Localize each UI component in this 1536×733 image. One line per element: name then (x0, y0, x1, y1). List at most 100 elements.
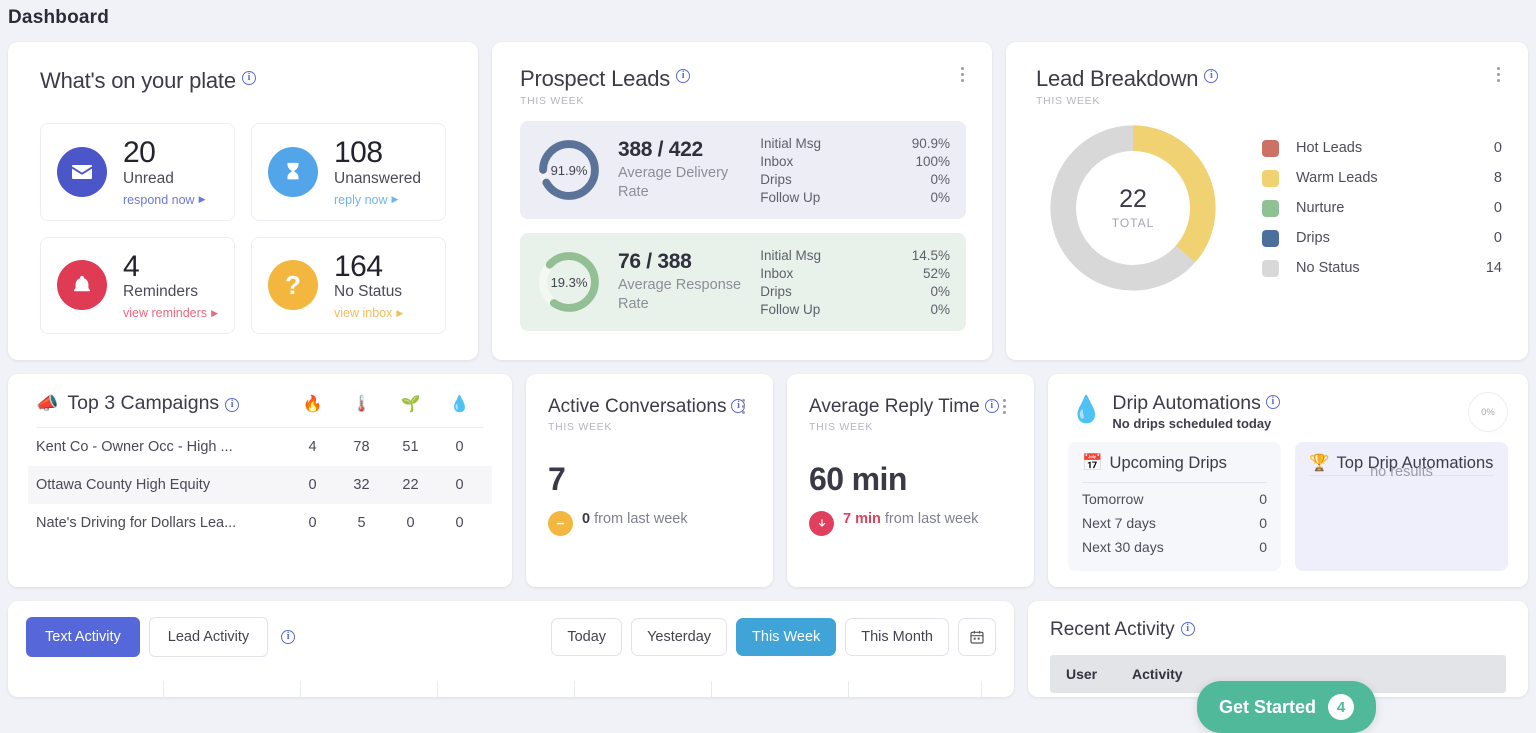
filter-this-month[interactable]: This Month (845, 618, 949, 657)
average-reply-time-menu-button[interactable] (996, 396, 1012, 416)
tile-no-status-link[interactable]: view inbox ▶ (334, 306, 403, 320)
campaign-nurture: 22 (402, 477, 419, 493)
megaphone-icon: 📣 (36, 393, 59, 413)
stat-label: Initial Msg (760, 135, 822, 151)
campaign-warm: 32 (353, 477, 370, 493)
upcoming-value: 0 (1259, 515, 1267, 532)
filter-today[interactable]: Today (551, 618, 623, 657)
table-row[interactable]: Ottawa County High Equity 0 32 22 0 (28, 466, 492, 504)
legend-item-warm-leads[interactable]: Warm Leads 8 (1262, 163, 1502, 193)
seedling-icon: 🌱 (400, 395, 421, 413)
reply-period: THIS WEEK (809, 421, 874, 434)
calendar-icon[interactable] (958, 618, 996, 657)
prospect-leads-menu-button[interactable] (954, 64, 970, 84)
question-icon: ? (268, 260, 318, 311)
table-row[interactable]: Nate's Driving for Dollars Lea... 0 5 0 … (28, 504, 492, 542)
active-delta: 0 from last week (548, 511, 751, 537)
legend-swatch (1262, 259, 1279, 277)
response-rate-summary: 76 / 388 Average Response Rate (618, 250, 760, 313)
stat-row: Drips 0% (760, 282, 950, 300)
active-delta-suffix: from last week (594, 511, 688, 528)
droplet-icon: 💧 (449, 395, 470, 413)
breakdown-period: THIS WEEK (1036, 95, 1101, 107)
hourglass-icon (268, 146, 318, 197)
info-icon[interactable]: i (1265, 395, 1280, 409)
calendar-icon: 📅 (1082, 454, 1103, 472)
tile-reminders[interactable]: 4 Reminders view reminders ▶ (40, 236, 235, 334)
lead-breakdown-donut-chart: 22 TOTAL (1050, 125, 1216, 291)
legend-value: 0 (1493, 230, 1502, 246)
lead-breakdown-menu-button[interactable] (1490, 64, 1506, 84)
active-conversations-menu-button[interactable] (735, 396, 751, 416)
legend-item-nurture[interactable]: Nurture 0 (1262, 193, 1502, 223)
page-title: Dashboard (8, 7, 110, 28)
tile-unanswered-link-label: reply now (334, 192, 388, 207)
legend-swatch (1262, 169, 1279, 187)
tab-lead-activity[interactable]: Lead Activity (148, 617, 269, 658)
info-icon[interactable]: i (281, 630, 296, 645)
legend-item-no-status[interactable]: No Status 14 (1262, 253, 1502, 283)
reply-value: 60 min (809, 461, 907, 498)
delivery-rate-caption: Average Delivery Rate (618, 165, 729, 200)
legend-value: 0 (1493, 140, 1502, 156)
tile-unread-value: 20 (123, 136, 156, 169)
tile-unread-body: 20 Unread respond now ▶ (123, 137, 206, 207)
campaign-nurture: 51 (402, 439, 419, 455)
table-row[interactable]: Kent Co - Owner Occ - High ... 4 78 51 0 (28, 428, 492, 466)
active-title: Active Conversations (548, 396, 727, 417)
legend-item-hot-leads[interactable]: Hot Leads 0 (1262, 133, 1502, 163)
stat-value: 0% (930, 283, 950, 299)
info-icon[interactable]: i (241, 71, 256, 85)
fire-icon: 🔥 (302, 395, 323, 413)
response-rate-donut: 19.3% (536, 249, 602, 315)
legend-label: No Status (1296, 260, 1360, 276)
response-rate-pct: 19.3% (550, 274, 588, 290)
stat-label: Inbox (760, 153, 794, 169)
tile-no-status[interactable]: ? 164 No Status view inbox ▶ (251, 236, 446, 334)
tab-text-activity[interactable]: Text Activity (26, 617, 140, 658)
drip-header: 💧 Drip Automations i No drips scheduled … (1068, 392, 1508, 432)
tile-reminders-link[interactable]: view reminders ▶ (123, 306, 218, 320)
stat-label: Drips (760, 283, 792, 299)
campaign-warm: 78 (353, 439, 370, 455)
legend-swatch (1262, 139, 1279, 157)
prospect-title-wrap: Prospect Leads i (520, 66, 966, 92)
delivery-rate-pct: 91.9% (550, 162, 588, 178)
info-icon[interactable]: i (1180, 622, 1195, 637)
column-header-activity: Activity (1132, 666, 1183, 683)
filter-this-week[interactable]: This Week (736, 618, 837, 657)
drip-header-text: Drip Automations i No drips scheduled to… (1112, 392, 1280, 431)
info-icon[interactable]: i (225, 398, 240, 412)
reply-title-wrap: Average Reply Time i (809, 396, 1012, 418)
drip-body: 📅 Upcoming Drips Tomorrow 0 Next 7 days 0 … (1068, 442, 1508, 572)
reply-delta: 7 min from last week (809, 511, 1012, 537)
card-prospect-leads: Prospect Leads i THIS WEEK 91.9% 388 / 4… (492, 42, 992, 360)
tile-unread-link[interactable]: respond now ▶ (123, 193, 206, 207)
tile-unanswered[interactable]: 108 Unanswered reply now ▶ (251, 123, 446, 221)
tile-unread[interactable]: 20 Unread respond now ▶ (40, 123, 235, 221)
drip-subtitle: No drips scheduled today (1112, 416, 1272, 431)
dashboard-row-2: 📣 Top 3 Campaigns i 🔥 🌡️ 🌱 💧 Kent Co - O… (8, 374, 1528, 588)
tile-unanswered-label: Unanswered (334, 169, 422, 187)
legend-value: 0 (1493, 200, 1502, 216)
info-icon[interactable]: i (1204, 69, 1219, 83)
donut-total-value: 22 (1119, 184, 1147, 213)
chevron-right-icon: ▶ (396, 307, 404, 318)
stat-value: 0% (930, 189, 950, 205)
response-rate-caption: Average Response Rate (618, 277, 742, 312)
drip-percent-indicator: 0% (1468, 392, 1508, 432)
delivery-rate-stats: Initial Msg 90.9% Inbox 100% Drips 0% Follo… (760, 134, 950, 206)
upcoming-value: 0 (1259, 491, 1267, 508)
drip-title: Drip Automations (1112, 392, 1261, 414)
get-started-button[interactable]: Get Started 4 (1196, 681, 1376, 733)
filter-yesterday[interactable]: Yesterday (631, 618, 728, 657)
campaign-name: Nate's Driving for Dollars Lea... (36, 515, 237, 531)
chevron-right-icon: ▶ (391, 194, 399, 204)
info-icon[interactable]: i (676, 69, 691, 83)
list-item: Next 7 days 0 (1082, 511, 1267, 535)
tile-unanswered-link[interactable]: reply now ▶ (334, 193, 421, 207)
legend-swatch (1262, 229, 1279, 247)
divider (1082, 482, 1267, 484)
legend-item-drips[interactable]: Drips 0 (1262, 223, 1502, 253)
legend-label: Drips (1296, 230, 1330, 246)
